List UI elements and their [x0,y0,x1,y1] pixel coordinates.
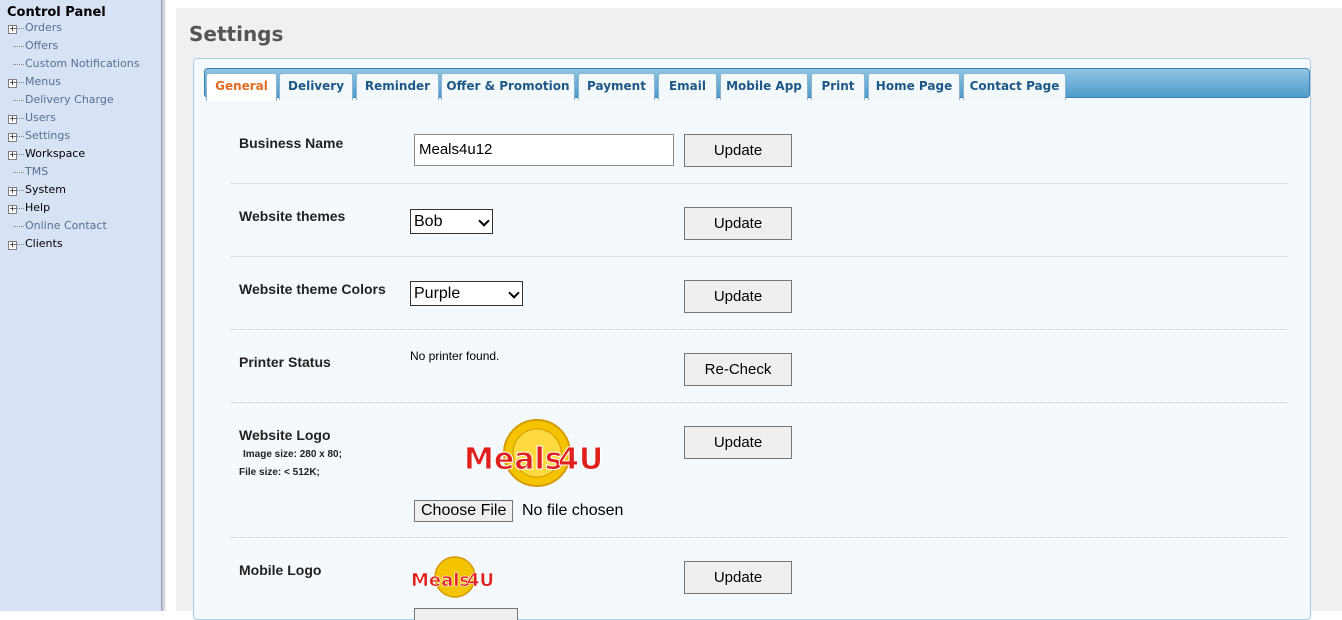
mobile-logo-label: Mobile Logo [239,562,322,578]
sidebar-item[interactable]: + System [0,181,160,199]
sidebar-item[interactable]: + Menus [0,73,160,91]
mobile-choose-file-button[interactable] [414,608,518,620]
theme-colors-value: Purple [414,285,461,302]
sidebar-item-label: Orders [25,21,62,34]
website-themes-label: Website themes [239,208,346,224]
sidebar-item[interactable]: + Help [0,199,160,217]
recheck-printer-button[interactable]: Re-Check [684,353,792,386]
sidebar-item-label: Menus [25,75,61,88]
sidebar-item[interactable]: + Workspace [0,145,160,163]
file-size-note: File size: < 512K; [239,467,320,478]
tree-connector [13,82,24,83]
expand-plus-icon[interactable]: + [8,205,17,214]
sidebar-item-label: Workspace [25,147,86,160]
update-website-logo-button[interactable]: Update [684,426,792,459]
expand-plus-icon[interactable]: + [8,115,17,124]
website-logo-row [231,403,1287,538]
expand-plus-icon[interactable]: + [8,241,17,250]
theme-colors-select[interactable]: Purple [410,281,523,306]
printer-status-text: No printer found. [410,349,500,363]
settings-panel: General Delivery Reminder Offer & Promotion… [193,58,1311,620]
tab[interactable]: General [206,73,277,101]
sidebar-item-label: Offers [25,39,59,52]
sidebar-item-label: Help [25,201,51,214]
tree-connector [13,226,24,227]
sidebar-item-label: Users [25,111,56,124]
sidebar-item[interactable]: + Users [0,109,160,127]
tree-connector [13,118,24,119]
tree-connector [13,64,24,65]
sidebar-item-label: Delivery Charge [25,93,114,106]
business-name-input[interactable]: Meals4u12 [414,134,674,166]
image-size-note: Image size: 280 x 80; [243,449,342,460]
tree-connector [13,28,24,29]
printer-status-label: Printer Status [239,354,331,370]
website-logo-label: Website Logo [239,427,331,443]
sidebar-item[interactable]: TMS [0,163,160,181]
sidebar-divider [162,0,166,611]
sidebar-item[interactable]: Online Contact [0,217,160,235]
sidebar-item[interactable]: Delivery Charge [0,91,160,109]
tree-connector [13,244,24,245]
tree-connector [13,46,24,47]
update-website-themes-button[interactable]: Update [684,207,792,240]
expand-plus-icon[interactable]: + [8,79,17,88]
business-name-label: Business Name [239,135,344,151]
tab[interactable]: Contact Page [963,73,1066,100]
tree-connector [13,100,24,101]
expand-plus-icon[interactable]: + [8,187,17,196]
tree-connector [13,190,24,191]
update-theme-colors-button[interactable]: Update [684,280,792,313]
sidebar-item-label: System [25,183,67,196]
sidebar-item-label: Clients [25,237,63,250]
tab[interactable]: Mobile App [720,73,808,100]
tree-connector [13,208,24,209]
chevron-down-icon [478,215,490,227]
sidebar-item-label: Online Contact [25,219,107,232]
chevron-down-icon [508,287,520,299]
update-mobile-logo-button[interactable]: Update [684,561,792,594]
tab[interactable]: Delivery [279,73,353,100]
tab[interactable]: Home Page [868,73,960,100]
update-business-name-button[interactable]: Update [684,134,792,167]
sidebar-item-label: Settings [25,129,71,142]
choose-file-button[interactable]: Choose File [414,500,514,522]
tab[interactable]: Payment [578,73,655,100]
mobile-logo-wordmark: Meals [411,570,470,591]
tree-connector [13,172,24,173]
sidebar-item-label: Custom Notifications [25,57,140,70]
tab[interactable]: Email [658,73,717,100]
tab[interactable]: Reminder [356,73,439,100]
tree-connector [13,154,24,155]
tab-bar: General Delivery Reminder Offer & Promotion… [204,68,1310,101]
sidebar-item-label: TMS [25,165,49,178]
logo-wordmark: Meals [464,442,563,477]
expand-plus-icon[interactable]: + [8,25,17,34]
sidebar-item[interactable]: Offers [0,37,160,55]
sidebar-item[interactable]: + Clients [0,235,160,253]
tab[interactable]: Print [811,73,865,100]
theme-colors-label: Website theme Colors [239,281,386,297]
tab[interactable]: Offer & Promotion [441,73,575,100]
mobile-logo-image: Meals 4U [411,556,494,598]
mobile-logo-wordmark-4u: 4U [467,570,494,591]
sidebar-item[interactable]: Custom Notifications [0,55,160,73]
website-logo-image: Meals 4U [464,419,604,487]
sidebar-tree: Control Panel + Orders Offers Custom Notifi… [0,0,162,611]
logo-wordmark-4u: 4U [558,442,603,477]
main-content: Settings General Delivery Reminder Offer & … [176,8,1342,620]
expand-plus-icon[interactable]: + [8,133,17,142]
website-themes-select[interactable]: Bob [410,209,493,234]
expand-plus-icon[interactable]: + [8,151,17,160]
sidebar-item[interactable]: + Orders [0,19,160,37]
sidebar-title: Control Panel [7,5,106,20]
tree-connector [13,136,24,137]
page-title: Settings [189,22,284,46]
sidebar-item[interactable]: + Settings [0,127,160,145]
website-themes-value: Bob [414,213,443,230]
file-chosen-status: No file chosen [522,502,624,519]
